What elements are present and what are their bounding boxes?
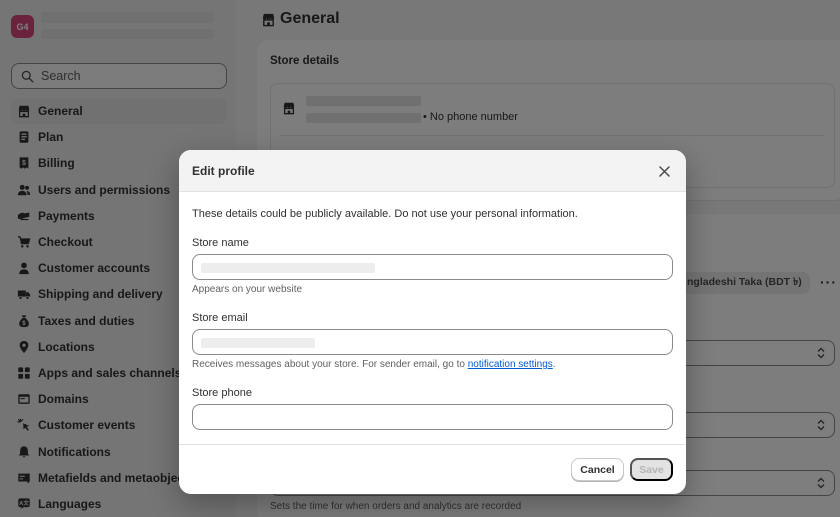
store-email-redacted-value <box>201 338 315 348</box>
save-button[interactable]: Save <box>630 458 673 481</box>
store-email-help-suffix: . <box>552 359 556 370</box>
modal-header: Edit profile <box>179 150 686 192</box>
store-phone-input[interactable] <box>192 404 673 430</box>
modal-title: Edit profile <box>192 163 255 178</box>
modal-body: These details could be publicly availabl… <box>179 192 686 444</box>
store-email-help-text: Receives messages about your store. For … <box>192 359 468 370</box>
store-email-label: Store email <box>192 312 248 324</box>
privacy-notice: These details could be publicly availabl… <box>192 208 578 220</box>
notification-settings-link[interactable]: notification settings <box>468 359 553 370</box>
edit-profile-modal: Edit profile These details could be publ… <box>179 150 686 494</box>
store-name-label: Store name <box>192 237 249 249</box>
store-email-input[interactable] <box>192 329 673 355</box>
store-phone-label: Store phone <box>192 387 252 399</box>
close-button[interactable] <box>656 163 672 179</box>
store-email-help: Receives messages about your store. For … <box>192 359 556 370</box>
store-name-help: Appears on your website <box>192 284 303 295</box>
modal-footer: Cancel Save <box>179 444 686 494</box>
store-name-redacted-value <box>201 263 375 273</box>
cancel-button[interactable]: Cancel <box>571 458 624 481</box>
close-icon <box>658 165 670 177</box>
store-name-input[interactable] <box>192 254 673 280</box>
